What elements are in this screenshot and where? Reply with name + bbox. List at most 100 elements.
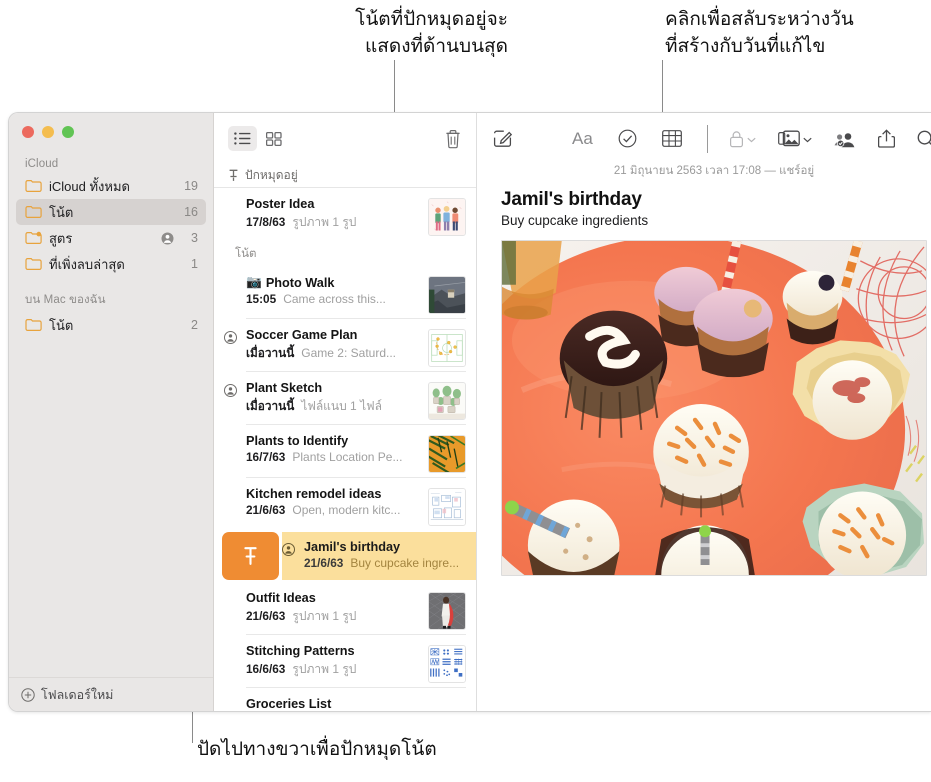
compose-button[interactable] xyxy=(493,129,512,148)
media-button[interactable] xyxy=(778,130,812,148)
note-thumbnail xyxy=(428,592,466,630)
note-attached-image[interactable] xyxy=(501,240,927,576)
sidebar-section-header-icloud: iCloud xyxy=(25,158,59,170)
toolbar-left-group xyxy=(493,129,512,148)
delete-button[interactable] xyxy=(444,129,462,149)
new-folder-button[interactable]: โฟลเดอร์ใหม่ xyxy=(9,677,213,711)
note-content[interactable]: Jamil's birthday Buy cupcake ingredients xyxy=(477,180,931,576)
note-thumbnail xyxy=(428,276,466,314)
sidebar-item-count: 3 xyxy=(191,231,198,245)
close-icon[interactable] xyxy=(22,126,34,138)
notes-list-toolbar xyxy=(214,113,476,164)
note-text: Soccer Game Plan เมื่อวานนี้ Game 2: Sat… xyxy=(246,328,422,371)
pinned-section-header: ปักหมุดอยู่ xyxy=(214,164,476,188)
note-text: Stitching Patterns 16/6/63 รูปภาพ 1 รูป xyxy=(246,644,422,687)
folder-shared-icon xyxy=(25,231,42,245)
sidebar-item-count: 1 xyxy=(191,257,198,271)
sidebar-item-label: โน้ต xyxy=(49,204,74,220)
sidebar-item-notes-local[interactable]: โน้ต 2 xyxy=(16,312,206,338)
note-date: 15:05 xyxy=(246,292,277,306)
note-date-line[interactable]: 21 มิถุนายน 2563 เวลา 17:08 — แชร์อยู่ xyxy=(477,162,931,180)
sidebar-item-label: สูตร xyxy=(49,230,73,246)
note-date: เมื่อวานนี้ xyxy=(246,346,295,360)
note-subtitle: 16/6/63 รูปภาพ 1 รูป xyxy=(246,660,422,679)
note-title: Kitchen remodel ideas xyxy=(246,487,382,501)
note-thumbnail xyxy=(428,488,466,526)
note-detail-pane: Aa 21 มิถุนายน 2563 เวลา 17:08 — แชร์อยู… xyxy=(477,113,931,711)
note-thumbnail xyxy=(428,382,466,420)
note-date: 21/6/63 xyxy=(246,609,286,623)
note-preview: Game 2: Saturd... xyxy=(301,346,396,360)
callout-swipe-to-pin: ปัดไปทางขวาเพื่อปักหมุดโน้ต xyxy=(197,738,437,760)
note-text: 📷 Photo Walk 15:05 Came across this... xyxy=(246,275,422,318)
toolbar-right-group xyxy=(729,129,931,148)
list-item[interactable]: 📷 Photo Walk 15:05 Came across this... xyxy=(214,266,476,318)
sidebar-item-icloud-all[interactable]: iCloud ทั้งหมด 19 xyxy=(16,173,206,199)
note-preview: Plants Location Pe... xyxy=(292,450,403,464)
collaborate-button[interactable] xyxy=(834,130,856,148)
share-button[interactable] xyxy=(878,129,895,148)
search-icon[interactable] xyxy=(917,130,931,148)
note-text: Outfit Ideas 21/6/63 รูปภาพ 1 รูป xyxy=(246,591,422,634)
note-preview: Buy cupcake ingre... xyxy=(350,556,460,570)
note-paragraph: Buy cupcake ingredients xyxy=(501,213,649,228)
note-subtitle: 15:05 Came across this... xyxy=(246,292,422,306)
list-item[interactable]: Groceries List 16/6/63 🍌 Bananas xyxy=(214,688,476,711)
note-text: Poster Idea 17/8/63 รูปภาพ 1 รูป xyxy=(246,197,422,240)
list-item[interactable]: Kitchen remodel ideas 21/6/63 Open, mode… xyxy=(214,478,476,530)
sidebar-item-count: 16 xyxy=(184,205,198,219)
folder-icon xyxy=(25,257,42,271)
zoom-icon[interactable] xyxy=(62,126,74,138)
sidebar-item-label: ที่เพิ่งลบล่าสุด xyxy=(49,256,125,272)
note-title: Poster Idea xyxy=(246,197,315,211)
table-button[interactable] xyxy=(661,130,682,147)
minimize-icon[interactable] xyxy=(42,126,54,138)
note-subtitle: 17/8/63 รูปภาพ 1 รูป xyxy=(246,213,422,232)
note-preview: รูปภาพ 1 รูป xyxy=(292,609,357,623)
note-preview: รูปภาพ 1 รูป xyxy=(292,662,357,676)
shared-person-icon xyxy=(282,543,295,561)
list-item[interactable]: Stitching Patterns 16/6/63 รูปภาพ 1 รูป xyxy=(214,635,476,687)
note-date: 21/6/63 xyxy=(304,556,344,570)
note-date: 21/6/63 xyxy=(246,503,286,517)
list-view-button[interactable] xyxy=(228,126,257,151)
list-item[interactable]: Plant Sketch เมื่อวานนี้ ไฟล์แนบ 1 ไฟล์ xyxy=(214,372,476,424)
list-item[interactable]: Poster Idea 17/8/63 รูปภาพ 1 รูป xyxy=(214,188,476,240)
note-subtitle: 21/6/63 รูปภาพ 1 รูป xyxy=(246,607,422,626)
note-subtitle: 16/7/63 Plants Location Pe... xyxy=(246,450,422,464)
list-item[interactable]: Soccer Game Plan เมื่อวานนี้ Game 2: Sat… xyxy=(214,319,476,371)
shared-person-icon xyxy=(224,331,237,349)
note-thumbnail xyxy=(428,435,466,473)
shared-person-icon xyxy=(224,384,237,402)
note-title: Plant Sketch xyxy=(246,381,323,395)
note-text: Plants to Identify 16/7/63 Plants Locati… xyxy=(246,434,422,477)
pin-action-button[interactable] xyxy=(222,532,279,580)
callout-pinned-notes: โน้ตที่ปักหมุดอยู่จะ แสดงที่ด้านบนสุด xyxy=(355,8,508,57)
note-text: Jamil's birthday 21/6/63 Buy cupcake ing… xyxy=(304,540,466,570)
lock-button[interactable] xyxy=(729,130,756,148)
note-text: Groceries List 16/6/63 🍌 Bananas xyxy=(246,697,466,711)
sidebar-item-recently-deleted[interactable]: ที่เพิ่งลบล่าสุด 1 xyxy=(16,251,206,277)
note-thumbnail xyxy=(428,198,466,236)
checklist-button[interactable] xyxy=(618,129,637,148)
note-date: เมื่อวานนี้ xyxy=(246,399,295,413)
note-title: Soccer Game Plan xyxy=(246,328,358,342)
note-thumbnail xyxy=(428,645,466,683)
chevron-down-icon xyxy=(803,130,812,148)
swipe-to-pin-row[interactable]: Jamil's birthday 21/6/63 Buy cupcake ing… xyxy=(214,530,476,582)
note-subtitle: เมื่อวานนี้ ไฟล์แนบ 1 ไฟล์ xyxy=(246,397,422,416)
sidebar-item-label: iCloud ทั้งหมด xyxy=(49,178,130,194)
list-item[interactable]: Plants to Identify 16/7/63 Plants Locati… xyxy=(214,425,476,477)
sidebar-item-notes-icloud[interactable]: โน้ต 16 xyxy=(16,199,206,225)
note-title: Outfit Ideas xyxy=(246,591,316,605)
sidebar-item-recipes[interactable]: สูตร 3 xyxy=(16,225,206,251)
gallery-view-button[interactable] xyxy=(259,126,288,151)
plus-circle-icon xyxy=(21,687,35,702)
notes-group-label: โน้ต xyxy=(235,248,257,260)
list-item-selected[interactable]: Jamil's birthday 21/6/63 Buy cupcake ing… xyxy=(282,532,476,580)
note-title: Plants to Identify xyxy=(246,434,349,448)
note-date: 17/8/63 xyxy=(246,215,286,229)
format-button[interactable]: Aa xyxy=(572,129,593,149)
list-item[interactable]: Outfit Ideas 21/6/63 รูปภาพ 1 รูป xyxy=(214,582,476,634)
pin-icon xyxy=(228,169,239,182)
